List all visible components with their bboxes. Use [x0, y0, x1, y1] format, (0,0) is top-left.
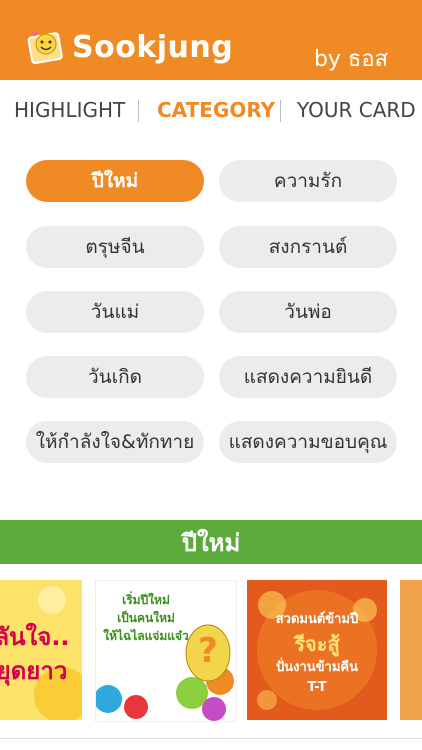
category-love-button[interactable]: ความรัก [219, 160, 397, 202]
greeting-card-peek[interactable] [400, 580, 422, 720]
greeting-card-fireworks[interactable]: สวดมนต์ข้ามปี รีจะสู้ ปั่นงานข้ามคืน T-T [247, 580, 387, 720]
section-title-bar: ปีใหม่ [0, 520, 422, 564]
tab-bar: HIGHLIGHT CATEGORY YOUR CARD [0, 90, 422, 132]
card-line: เริ่มปีใหม่ [122, 593, 170, 607]
card-carousel[interactable]: ลันใจ.. ยุดยาว เริ่มปีใหม่ เป็นคนใหม่ ให… [0, 576, 422, 726]
smiley-card-logo-icon [27, 30, 63, 65]
greeting-card-sunflower[interactable]: ลันใจ.. ยุดยาว [0, 580, 82, 720]
category-songkran-button[interactable]: สงกรานต์ [219, 226, 397, 268]
section-title: ปีใหม่ [181, 528, 241, 557]
card-line: รีจะสู้ [294, 632, 340, 656]
greeting-card-balloons[interactable]: เริ่มปีใหม่ เป็นคนใหม่ ให้ไฉไลแจ่มแจ๋ว ? [95, 580, 237, 722]
category-new-year-button[interactable]: ปีใหม่ [26, 160, 204, 202]
tab-your-card[interactable]: YOUR CARD [297, 98, 416, 122]
app-title: Sookjung [72, 30, 234, 65]
app-byline: by ธอส [313, 47, 388, 72]
card-line: ปั่นงานข้ามคืน [275, 660, 358, 675]
card-line: T-T [307, 680, 327, 695]
card-line: ให้ไฉไลแจ่มแจ๋ว [103, 629, 189, 643]
app-header: Sookjung by ธอส [0, 0, 422, 80]
category-encouragement-button[interactable]: ให้กำลังใจ&ทักทาย [26, 421, 204, 463]
card-line: สวดมนต์ข้ามปี [275, 612, 359, 627]
question-mark-badge: ? [198, 631, 218, 671]
category-fathers-day-button[interactable]: วันพ่อ [219, 291, 397, 333]
card-line: ยุดยาว [0, 657, 68, 685]
tab-category[interactable]: CATEGORY [157, 98, 275, 122]
category-congratulations-button[interactable]: แสดงความยินดี [219, 356, 397, 398]
tab-divider [138, 100, 139, 122]
category-thanks-button[interactable]: แสดงความขอบคุณ [219, 421, 397, 463]
tab-highlight[interactable]: HIGHLIGHT [14, 98, 125, 122]
card-line: เป็นคนใหม่ [117, 611, 175, 625]
card-line: ลันใจ.. [0, 623, 70, 651]
tab-divider [280, 100, 281, 122]
category-birthday-button[interactable]: วันเกิด [26, 356, 204, 398]
category-chinese-new-year-button[interactable]: ตรุษจีน [26, 226, 204, 268]
bottom-divider [0, 738, 422, 739]
category-mothers-day-button[interactable]: วันแม่ [26, 291, 204, 333]
